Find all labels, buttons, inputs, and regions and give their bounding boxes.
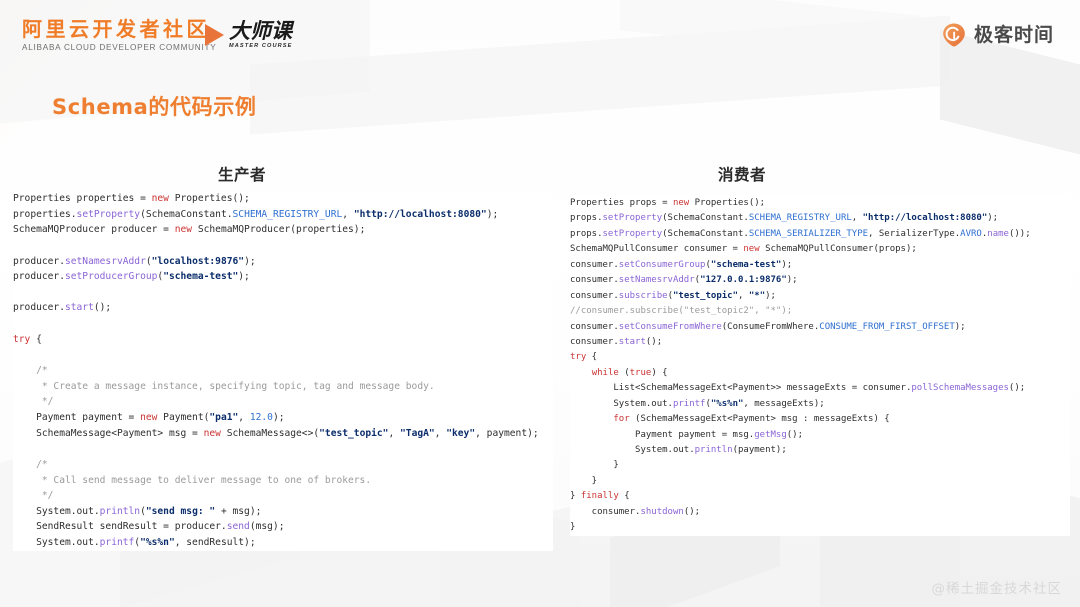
code-line: * Create a message instance, specifying … [13, 380, 435, 392]
code-line: try { [13, 333, 42, 345]
code-line: /* [13, 458, 48, 470]
producer-column-heading: 生产者 [218, 166, 267, 184]
code-line: */ [13, 490, 54, 502]
code-line: SendResult sendResult = producer.send(ms… [13, 521, 285, 533]
code-line: consumer.start(); [570, 336, 663, 347]
code-line: System.out.println(payment); [570, 445, 787, 455]
geekbang-pin-icon [941, 22, 967, 48]
code-line: consumer.setConsumeFromWhere(ConsumeFrom… [570, 321, 966, 332]
code-line: SchemaMQPullConsumer consumer = new Sche… [570, 244, 917, 255]
master-course-logo: 大师课 MASTER COURSE [205, 20, 292, 50]
producer-code-block: Properties properties = new Properties()… [13, 191, 553, 551]
code-line: producer.start(); [13, 302, 112, 314]
code-line: while (true) { [591, 367, 668, 378]
code-line: Properties props = new Properties(); [570, 198, 766, 208]
code-line: properties.setProperty(SchemaConstant.SC… [13, 208, 499, 220]
code-line: List<SchemaMessageExt<Payment>> messageE… [570, 383, 1026, 394]
code-line: */ [13, 396, 54, 408]
code-line: } finally { [570, 491, 630, 502]
consumer-column-heading: 消费者 [718, 166, 767, 184]
page-title: Schema的代码示例 [52, 95, 257, 119]
master-course-text: 大师课 MASTER COURSE [229, 20, 292, 50]
code-line: System.out.println("send msg: " + msg); [13, 505, 262, 517]
code-line: System.out.printf("%s%n", sendResult); [13, 537, 256, 549]
code-line: Properties properties = new Properties()… [13, 193, 250, 204]
code-line: props.setProperty(SchemaConstant.SCHEMA_… [570, 228, 1031, 239]
code-line: producer.setProducerGroup("schema-test")… [13, 271, 250, 283]
code-line: Payment payment = msg.getMsg(); [570, 429, 804, 440]
geekbang-logo-text: 极客时间 [973, 24, 1054, 46]
code-line: //consumer.subscribe("test_topic2", "*")… [570, 306, 793, 317]
code-line: SchemaMQProducer producer = new SchemaMQ… [13, 224, 366, 236]
alibaba-logo-en-text: ALIBABA CLOUD DEVELOPER COMMUNITY [22, 43, 217, 52]
code-line: consumer.setNamesrvAddr("127.0.0.1:9876"… [570, 275, 798, 286]
code-line: consumer.setConsumerGroup("schema-test")… [570, 259, 793, 270]
play-triangle-icon [205, 24, 224, 46]
slide-root: 阿里云开发者社区 ALIBABA CLOUD DEVELOPER COMMUNI… [0, 0, 1080, 607]
code-line: consumer.subscribe("test_topic", "*"); [570, 290, 776, 301]
code-line: producer.setNamesrvAddr("localhost:9876"… [13, 255, 256, 267]
code-line: for (SchemaMessageExt<Payment> msg : mes… [613, 414, 890, 425]
code-line: consumer.shutdown(); [570, 506, 701, 517]
code-line: try { [570, 352, 598, 363]
code-line: SchemaMessage<Payment> msg = new SchemaM… [13, 427, 539, 439]
code-line: /* [13, 365, 48, 377]
watermark: @稀土掘金技术社区 [931, 581, 1062, 597]
code-line: props.setProperty(SchemaConstant.SCHEMA_… [570, 213, 999, 224]
alibaba-logo-cn-text: 阿里云开发者社区 [22, 17, 210, 41]
code-line: Payment payment = new Payment("pa1", 12.… [13, 411, 285, 423]
code-line: } [570, 475, 598, 486]
code-line: System.out.printf("%s%n", messageExts); [570, 398, 825, 409]
alibaba-cloud-logo: 阿里云开发者社区 ALIBABA CLOUD DEVELOPER COMMUNI… [22, 18, 216, 53]
master-course-en-text: MASTER COURSE [229, 43, 293, 49]
code-line: } [570, 460, 619, 471]
geekbang-logo: 极客时间 [941, 22, 1054, 48]
consumer-code-block: Properties props = new Properties(); prop… [570, 196, 1070, 536]
code-line: } [570, 522, 576, 533]
slide-header: 阿里云开发者社区 ALIBABA CLOUD DEVELOPER COMMUNI… [0, 0, 1080, 70]
master-course-cn-text: 大师课 [229, 19, 292, 43]
code-line: * Call send message to deliver message t… [13, 474, 372, 486]
